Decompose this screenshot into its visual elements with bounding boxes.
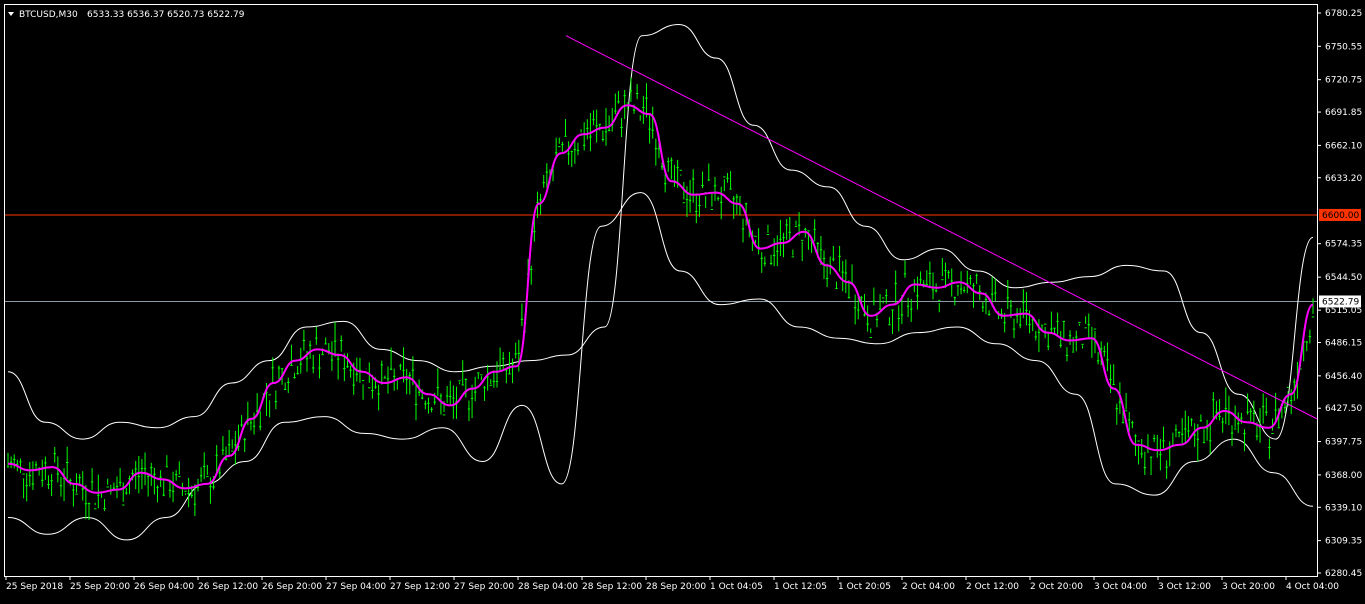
y-tick-label: 6600.00 <box>1322 211 1359 221</box>
x-tick-label: 3 Oct 04:00 <box>1094 582 1147 592</box>
chart-window[interactable]: 6780.25 6750.55 6720.75 6691.85 6662.10 6633.… <box>0 0 1365 600</box>
y-tick-label: 6280.45 <box>1325 569 1362 579</box>
x-tick-label: 28 Sep 12:00 <box>582 582 642 592</box>
x-tick-label: 3 Oct 12:00 <box>1158 582 1211 592</box>
y-tick-label: 6515.05 <box>1325 306 1362 316</box>
x-tick-label: 28 Sep 20:00 <box>646 582 706 592</box>
y-tick-label: 6780.25 <box>1325 9 1362 19</box>
x-tick-label: 25 Sep 2018 <box>6 582 63 592</box>
x-tick-label: 28 Sep 04:00 <box>518 582 578 592</box>
y-tick-label: 6574.35 <box>1325 240 1362 250</box>
x-tick-label: 27 Sep 04:00 <box>326 582 386 592</box>
chart-background <box>0 0 1365 600</box>
y-tick-label: 6427.50 <box>1325 404 1362 414</box>
y-tick-label: 6662.10 <box>1325 141 1362 151</box>
x-tick-label: 1 Oct 04:05 <box>710 582 763 592</box>
x-tick-label: 2 Oct 12:00 <box>966 582 1019 592</box>
x-tick-label: 3 Oct 20:00 <box>1222 582 1275 592</box>
symbol-label: BTCUSD,M30 <box>19 10 78 20</box>
price-chart[interactable]: 6780.25 6750.55 6720.75 6691.85 6662.10 6633.… <box>0 0 1365 600</box>
x-tick-label: 27 Sep 12:00 <box>390 582 450 592</box>
y-tick-label: 6720.75 <box>1325 76 1362 86</box>
x-tick-label: 26 Sep 20:00 <box>262 582 322 592</box>
x-tick-label: 1 Oct 12:05 <box>774 582 827 592</box>
y-tick-label: 6339.10 <box>1325 503 1362 513</box>
y-tick-label: 6456.40 <box>1325 372 1362 382</box>
ohlc-values: 6533.33 6536.37 6520.73 6522.79 <box>87 10 245 20</box>
x-tick-label: 25 Sep 20:00 <box>70 582 130 592</box>
x-tick-label: 4 Oct 04:00 <box>1286 582 1339 592</box>
y-tick-label: 6691.85 <box>1325 108 1362 118</box>
y-tick-label: 6309.35 <box>1325 537 1362 547</box>
x-tick-label: 26 Sep 04:00 <box>134 582 194 592</box>
y-tick-label: 6544.50 <box>1325 273 1362 283</box>
y-tick-label: 6750.55 <box>1325 42 1362 52</box>
y-tick-label: 6397.75 <box>1325 438 1362 448</box>
x-tick-label: 2 Oct 20:00 <box>1030 582 1083 592</box>
x-tick-label: 1 Oct 20:05 <box>838 582 891 592</box>
y-tick-label: 6486.15 <box>1325 339 1362 349</box>
x-tick-label: 27 Sep 20:00 <box>454 582 514 592</box>
x-tick-label: 26 Sep 12:00 <box>198 582 258 592</box>
chart-header: BTCUSD,M30 6533.33 6536.37 6520.73 6522.… <box>8 10 245 20</box>
y-tick-label: 6368.00 <box>1325 471 1362 481</box>
y-tick-label: 6633.20 <box>1325 174 1362 184</box>
x-tick-label: 2 Oct 04:00 <box>902 582 955 592</box>
